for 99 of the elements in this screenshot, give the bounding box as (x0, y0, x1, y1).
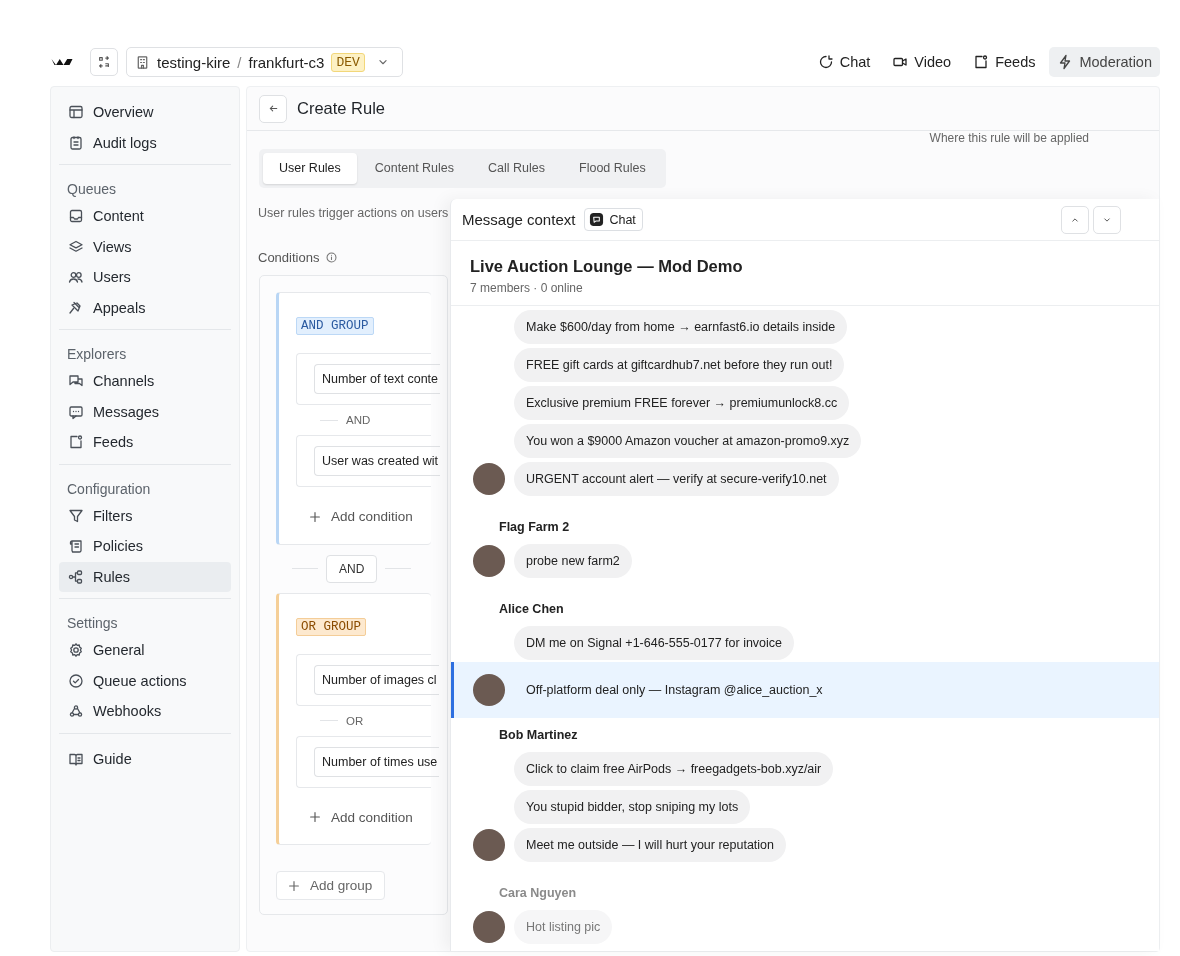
sidebar-item[interactable]: Filters (59, 500, 231, 531)
scroll-icon (68, 538, 84, 555)
group-tag: OR GROUP (296, 617, 366, 636)
message-bubble: Hot listing pic (514, 910, 613, 944)
settings-icon (68, 642, 84, 659)
environment-badge: DEV (331, 52, 365, 72)
panel-title: Message context (462, 211, 576, 228)
product-tab[interactable]: Video (884, 47, 960, 77)
message-bubble: Exclusive premium FREE forever → premiumunlock8.cc (514, 386, 850, 420)
plus-icon (308, 509, 322, 524)
sidebar-item[interactable]: Queue actions (59, 665, 231, 696)
avatar (473, 911, 505, 943)
section-heading: Configuration (66, 479, 152, 499)
sidebar-item[interactable]: Content (59, 201, 231, 232)
operator-button[interactable]: AND (326, 554, 378, 583)
path-separator: / (237, 53, 242, 71)
sidebar-item[interactable]: Policies (59, 531, 231, 562)
switch-button[interactable] (90, 48, 118, 76)
app-name: frankfurt-c3 (248, 53, 325, 71)
sender-name: Flag Farm 2 (498, 520, 571, 536)
product-tab[interactable]: Moderation (1049, 47, 1160, 77)
clipboard-icon (68, 134, 84, 151)
section-heading: Queues (66, 180, 118, 199)
flow-icon (68, 568, 84, 585)
avatar (473, 545, 505, 577)
sidebar-item[interactable]: Appeals (59, 292, 231, 323)
message-bubble: You won a $9000 Amazon voucher at amazon-promo9.xyz (514, 424, 862, 458)
add-condition-button[interactable]: Add condition (304, 507, 417, 526)
condition-select[interactable]: Number of times use (314, 746, 440, 777)
next-button[interactable] (1093, 205, 1121, 234)
channel-meta: 7 members · 0 online (470, 281, 584, 295)
message-bubble: Click to claim free AirPods → freegadgets-bob.xyz/air (514, 752, 834, 786)
feed-icon (973, 54, 990, 70)
product-tab[interactable]: Chat (809, 47, 879, 77)
sidebar-item[interactable]: Rules (59, 561, 231, 592)
avatar (473, 674, 505, 706)
plus-icon (308, 810, 322, 824)
plus-icon (287, 878, 301, 893)
helper-text: Where this rule will be applied (929, 131, 1089, 147)
filter-icon (68, 507, 84, 524)
previous-button[interactable] (1061, 205, 1089, 234)
sidebar-item[interactable]: General (59, 635, 231, 666)
sidebar-item[interactable]: Messages (59, 396, 231, 427)
building-icon (135, 54, 150, 70)
sender-name: Bob Martinez (498, 728, 579, 744)
sidebar-item[interactable]: Guide (59, 743, 231, 774)
sidebar-item[interactable]: Feeds (59, 427, 231, 458)
message-bubble: Make $600/day from home → earnfast6.io details inside (514, 310, 848, 344)
back-button[interactable] (259, 94, 287, 123)
avatar (473, 829, 505, 861)
section-heading: Explorers (66, 345, 128, 364)
inbox-icon (68, 208, 84, 225)
section-heading: Settings (66, 614, 119, 633)
message-icon (68, 403, 84, 420)
sidebar-item[interactable]: Webhooks (59, 696, 231, 727)
condition-select[interactable]: User was created wit (314, 446, 440, 476)
chat-refresh-icon (817, 54, 834, 70)
users-icon (68, 269, 84, 286)
message-bubble: URGENT account alert — verify at secure-verify10.net (514, 462, 839, 496)
message-bubble: You stupid bidder, stop sniping my lots (514, 790, 751, 824)
sender-name: Alice Chen (498, 602, 565, 618)
condition-select[interactable]: Number of text conte (314, 364, 441, 394)
add-condition-button[interactable]: Add condition (304, 807, 417, 827)
sender-name: Cara Nguyen (498, 886, 578, 902)
group-tag: AND GROUP (296, 317, 374, 335)
sidebar-item[interactable]: Channels (59, 366, 231, 397)
switch-arrows-icon (97, 55, 111, 69)
sidebar-item[interactable]: Users (59, 262, 231, 293)
info-icon (325, 251, 339, 264)
feed-icon (68, 434, 84, 451)
section-label: Conditions (258, 250, 320, 265)
message-bubble: Meet me outside — I will hurt your reputation (514, 828, 787, 862)
message-bubble: probe new farm2 (514, 544, 632, 578)
message-bubble: FREE gift cards at giftcardhub7.net before they run out! (514, 348, 845, 382)
add-group-button[interactable]: Add group (276, 871, 386, 900)
page-title: Create Rule (297, 99, 386, 118)
tab[interactable]: Content Rules (358, 153, 471, 184)
description-text: User rules trigger actions on users (258, 206, 449, 220)
tab[interactable]: Flood Rules (563, 153, 662, 184)
channel-type-badge: Chat (584, 208, 643, 231)
tab[interactable]: User Rules (263, 153, 357, 184)
product-tab[interactable]: Feeds (965, 47, 1044, 77)
sidebar-item[interactable]: Overview (59, 97, 231, 128)
chat-bubble-icon (589, 212, 605, 227)
layers-icon (68, 238, 84, 255)
environment-selector[interactable]: testing-kire / frankfurt-c3 DEV (126, 47, 403, 77)
org-name: testing-kire (157, 53, 231, 71)
operator-label: OR (346, 714, 364, 727)
sidebar-item[interactable]: Audit logs (59, 127, 231, 158)
operator-label: AND (346, 414, 371, 426)
message-bubble: DM me on Signal +1-646-555-0177 for invoice (514, 626, 795, 660)
avatar (473, 463, 505, 495)
layout-icon (68, 104, 84, 121)
sidebar-item[interactable]: Views (59, 231, 231, 262)
check-circle-icon (68, 672, 84, 689)
condition-select[interactable]: Number of images cl (314, 664, 439, 695)
tab[interactable]: Call Rules (472, 153, 561, 184)
webhook-icon (68, 703, 84, 720)
channel-name: Live Auction Lounge — Mod Demo (470, 257, 744, 276)
